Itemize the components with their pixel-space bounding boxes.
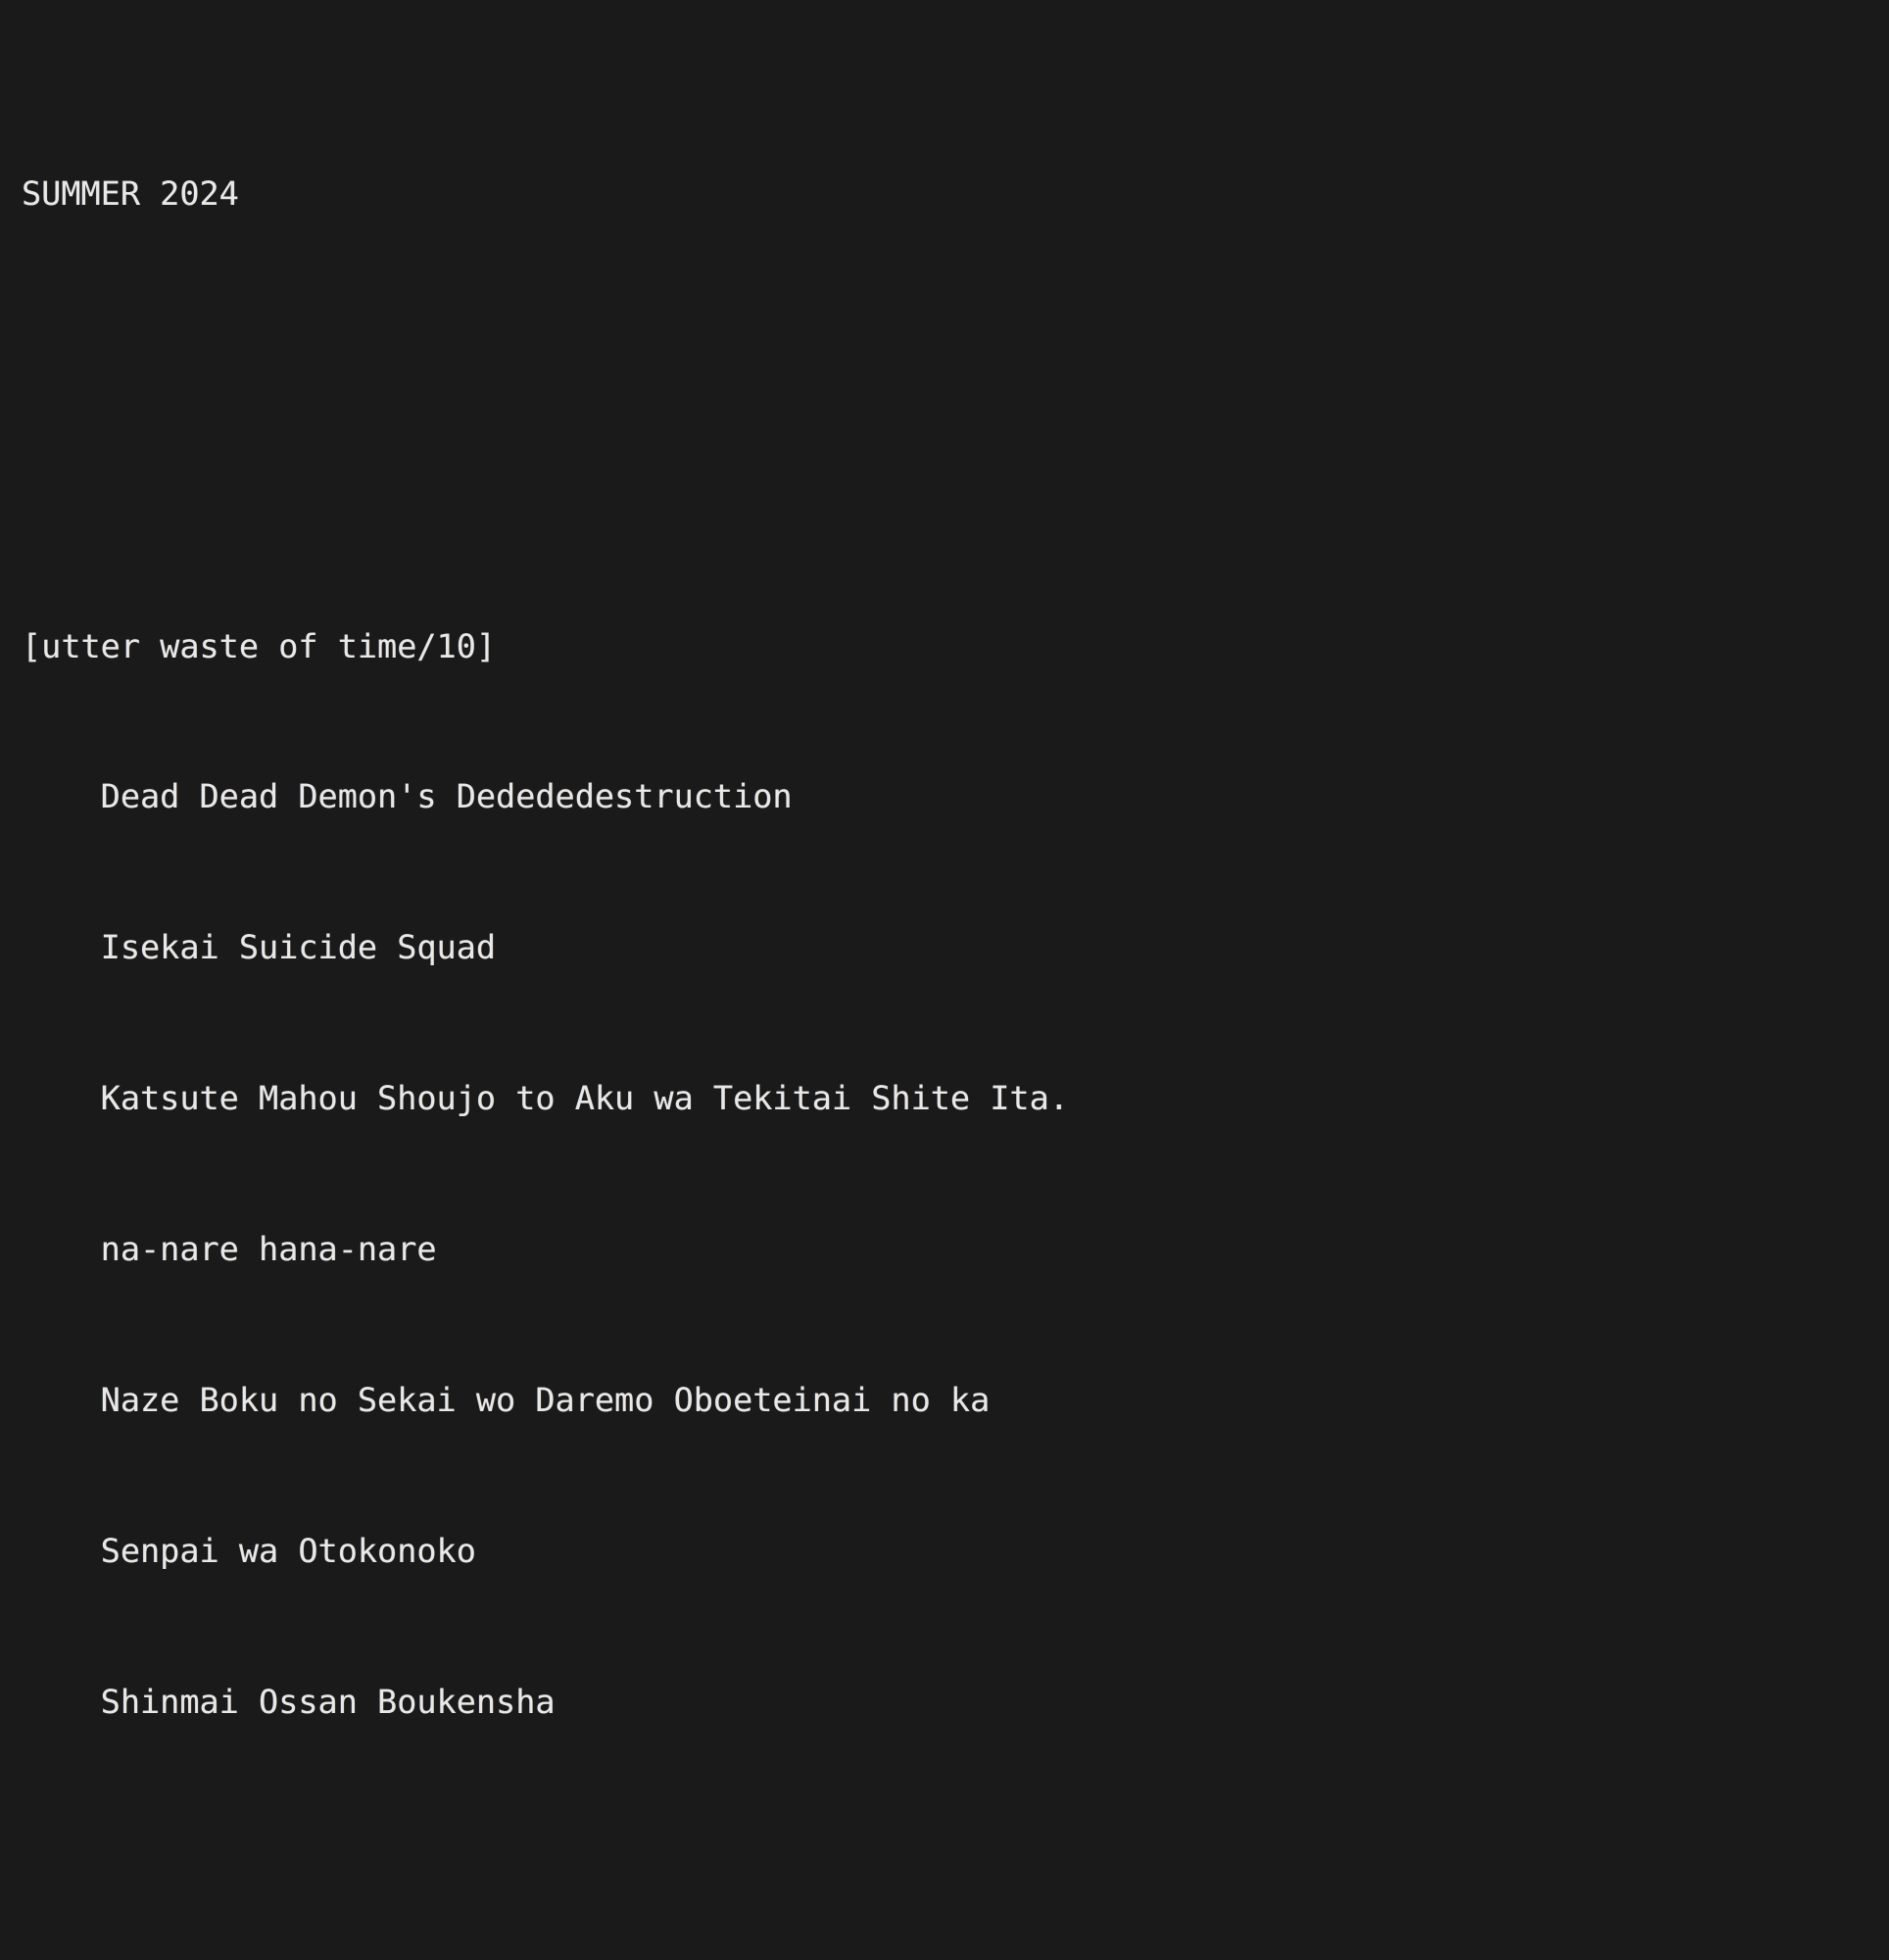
season-title: SUMMER 2024: [22, 173, 239, 213]
list-item: na-nare hana-nare: [22, 1230, 437, 1269]
list-item: Naze Boku no Sekai wo Daremo Oboeteinai …: [22, 1381, 991, 1420]
list-item: Katsute Mahou Shoujo to Aku wa Tekitai S…: [22, 1079, 1069, 1118]
list-item: Senpai wa Otokonoko: [22, 1531, 476, 1570]
plain-text-body: SUMMER 2024 [utter waste of time/10] Dea…: [22, 18, 1889, 1960]
section-utter-waste-of-time: [utter waste of time/10] Dead Dead Demon…: [22, 520, 1889, 1828]
list-item: Dead Dead Demon's Dedededestruction: [22, 777, 793, 816]
text-document-page: SUMMER 2024 [utter waste of time/10] Dea…: [0, 0, 1889, 1960]
list-item: Shinmai Ossan Boukensha: [22, 1682, 556, 1721]
list-item: Isekai Suicide Squad: [22, 928, 497, 967]
section-header: [utter waste of time/10]: [22, 626, 497, 665]
